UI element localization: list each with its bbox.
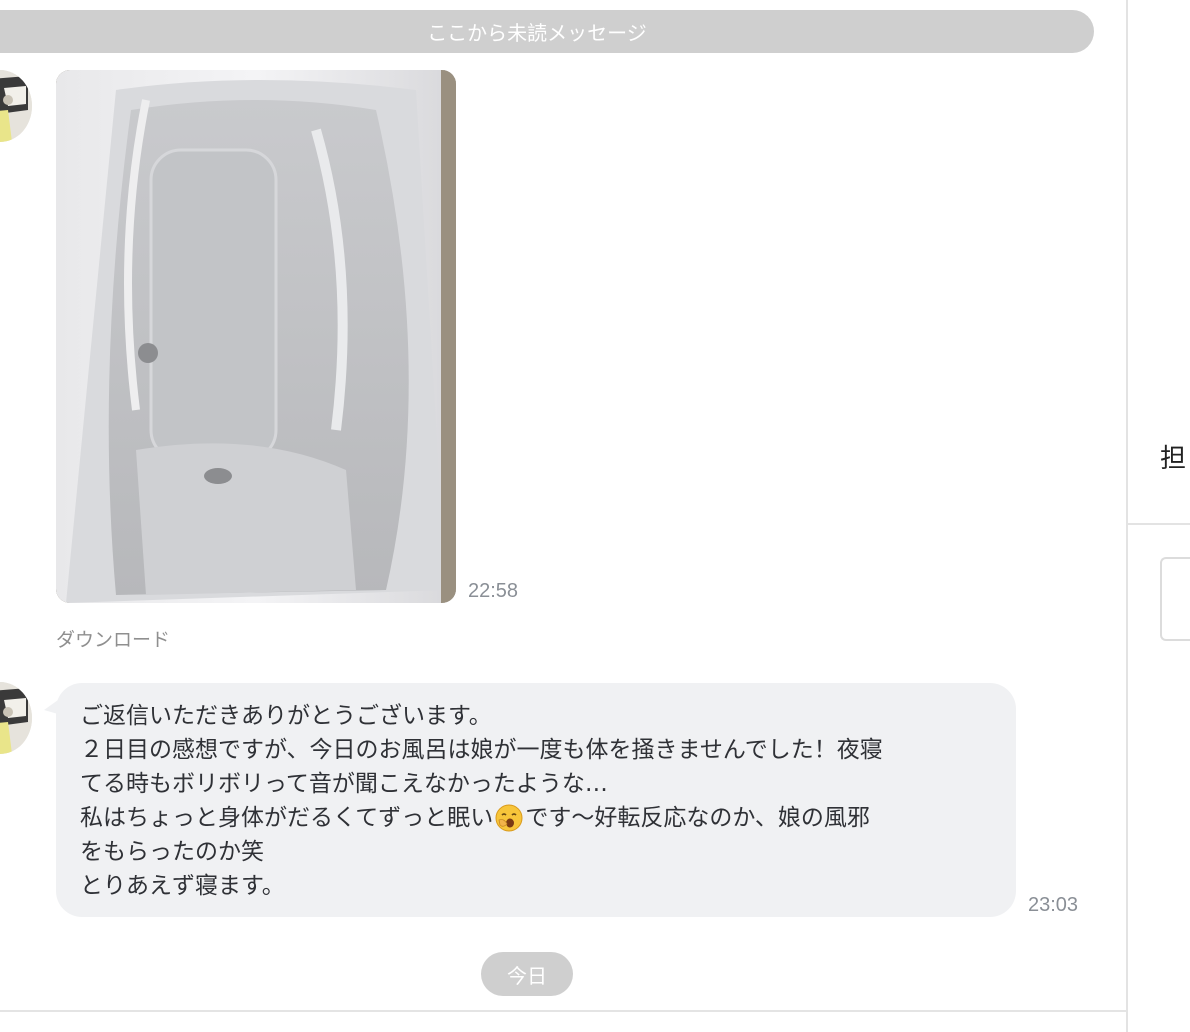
unread-divider: ここから未読メッセージ bbox=[0, 10, 1094, 53]
message-line: ご返信いただきありがとうございます。 bbox=[80, 703, 492, 729]
side-panel-input[interactable] bbox=[1160, 557, 1190, 641]
chat-area: ここから未読メッセージ 22:58 ダウンロード ご返信いただきありがとうござい… bbox=[0, 0, 1126, 1032]
sender-avatar[interactable] bbox=[0, 70, 32, 142]
message-line-part: 私はちょっと身体がだるくてずっと眠い bbox=[80, 805, 494, 831]
side-panel: 担 bbox=[1126, 0, 1190, 1032]
image-attachment[interactable] bbox=[56, 70, 456, 603]
message-line-part: です〜好転反応なのか、娘の風邪 bbox=[525, 805, 870, 831]
message-line: をもらったのか笑 bbox=[80, 839, 264, 865]
message-line: ２日目の感想ですが、今日のお風呂は娘が一度も体を掻きませんでした！夜寝 bbox=[80, 737, 883, 763]
message-line: 私はちょっと身体がだるくてずっと眠い です〜好転反応なのか、娘の風邪 bbox=[80, 801, 992, 835]
message-time: 22:58 bbox=[468, 580, 519, 602]
message-time: 23:03 bbox=[1028, 894, 1079, 916]
yawning-face-icon bbox=[495, 804, 523, 832]
side-panel-divider bbox=[1128, 523, 1190, 525]
sender-avatar[interactable] bbox=[0, 682, 32, 754]
message-bubble[interactable]: ご返信いただきありがとうございます。 ２日目の感想ですが、今日のお風呂は娘が一度… bbox=[56, 683, 1016, 917]
date-badge: 今日 bbox=[481, 952, 573, 996]
side-panel-label: 担 bbox=[1160, 444, 1187, 474]
unread-divider-label: ここから未読メッセージ bbox=[427, 21, 647, 45]
download-link[interactable]: ダウンロード bbox=[56, 625, 170, 652]
message-line: てる時もボリボリって音が聞こえなかったような… bbox=[80, 771, 608, 797]
message-line: とりあえず寝ます。 bbox=[80, 873, 285, 899]
composer-divider bbox=[0, 1010, 1126, 1012]
date-badge-label: 今日 bbox=[507, 963, 547, 988]
